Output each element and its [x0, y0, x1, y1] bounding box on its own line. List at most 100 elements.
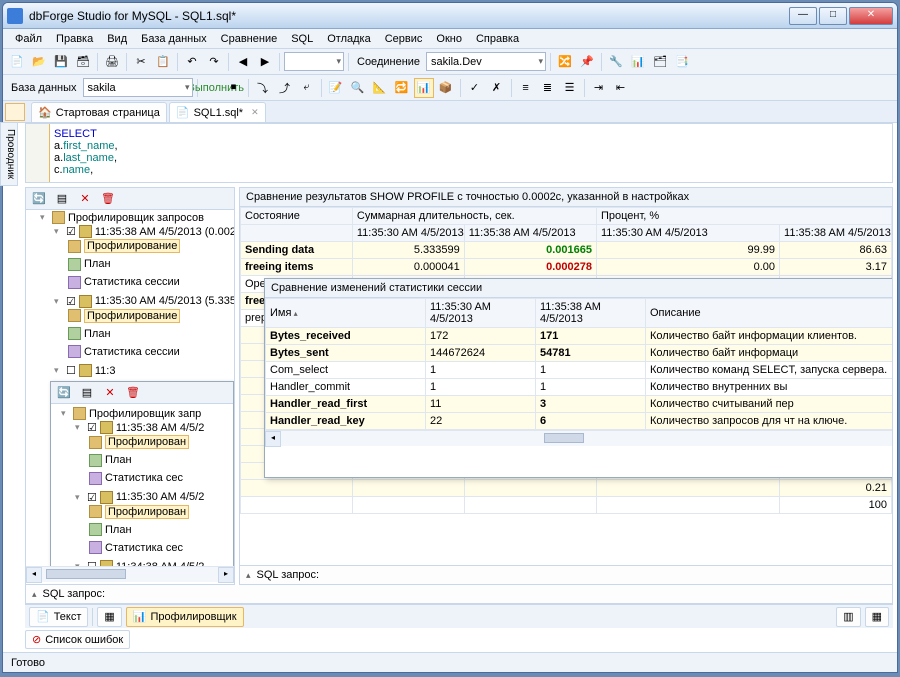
new-icon[interactable]: 📄 — [7, 52, 27, 72]
tree-leaf[interactable]: Статистика сессии — [84, 346, 180, 358]
tx2-icon[interactable]: ✗ — [487, 78, 507, 98]
tree-leaf[interactable]: Статистика сессии — [84, 276, 180, 288]
tree-leaf[interactable]: План — [84, 328, 111, 340]
t5-icon[interactable]: 📊 — [414, 78, 434, 98]
tree-leaf[interactable]: План — [105, 524, 132, 536]
col-t1[interactable]: 11:35:30 AM 4/5/2013 — [352, 225, 464, 242]
col-t3[interactable]: 11:35:30 AM 4/5/2013 — [596, 225, 779, 242]
explorer-sidebar-tab[interactable]: Проводник — [0, 122, 18, 186]
col-t2[interactable]: 11:35:38 AM 4/5/2013 — [464, 225, 596, 242]
tree-scrollbar[interactable]: ◂▸ — [26, 566, 234, 582]
session-row[interactable]: Com_select11Количество команд SELECT, за… — [266, 362, 894, 379]
home-tab-icon[interactable] — [5, 103, 25, 121]
tree-leaf[interactable]: Профилирован — [105, 505, 189, 519]
toolbar-drop1[interactable] — [284, 52, 344, 71]
menu-view[interactable]: Вид — [101, 31, 133, 46]
tool2-icon[interactable]: 📊 — [628, 52, 648, 72]
tab-errors[interactable]: ⊘Список ошибок — [25, 630, 130, 649]
col-percent[interactable]: Процент, % — [596, 208, 891, 225]
profile-row[interactable]: freeing items0.0000410.0002780.003.17 — [241, 259, 892, 276]
tool3-icon[interactable]: 🗂 — [650, 52, 670, 72]
open-icon[interactable]: 📂 — [29, 52, 49, 72]
session-row[interactable]: Handler_commit11Количество внутренних вы — [266, 379, 894, 396]
clear-icon[interactable]: 🗑 — [123, 383, 143, 403]
t3-icon[interactable]: 📐 — [370, 78, 390, 98]
tree-leaf[interactable]: Статистика сес — [105, 542, 183, 554]
col-name[interactable]: Имя — [266, 299, 426, 328]
col-desc[interactable]: Описание — [646, 299, 894, 328]
session-row[interactable]: Bytes_sent14467262454781Количество байт … — [266, 345, 894, 362]
copy-icon[interactable]: 📋 — [153, 52, 173, 72]
menu-window[interactable]: Окно — [430, 31, 468, 46]
menu-database[interactable]: База данных — [135, 31, 213, 46]
execute-button[interactable]: ▶ Выполнить — [202, 78, 222, 98]
align1-icon[interactable]: ≡ — [516, 78, 536, 98]
session-row[interactable]: Bytes_received172171Количество байт инфо… — [266, 328, 894, 345]
close-button[interactable]: ✕ — [849, 7, 893, 25]
indent-icon[interactable]: ⇥ — [589, 78, 609, 98]
session-scrollbar[interactable]: ◂▸ — [265, 430, 893, 446]
tree-leaf[interactable]: Профилирование — [84, 309, 180, 323]
undo-icon[interactable]: ↶ — [182, 52, 202, 72]
align2-icon[interactable]: ≣ — [538, 78, 558, 98]
pin-icon[interactable]: 📌 — [577, 52, 597, 72]
menu-sql[interactable]: SQL — [285, 31, 319, 46]
close-tab-icon[interactable]: ✕ — [251, 107, 259, 118]
database-dropdown[interactable]: sakila — [83, 78, 193, 97]
tool4-icon[interactable]: 📑 — [672, 52, 692, 72]
saveall-icon[interactable]: 🗃 — [73, 52, 93, 72]
tree-node[interactable]: 11:35:38 AM 4/5/2 — [116, 422, 204, 434]
col-state[interactable]: Состояние — [241, 208, 353, 225]
refresh-icon[interactable]: 🔄 — [29, 189, 49, 209]
sql-request-bar-outer[interactable]: ▴SQL запрос: — [25, 585, 893, 604]
col-s-t1[interactable]: 11:35:30 AM 4/5/2013 — [426, 299, 536, 328]
tree-leaf[interactable]: План — [105, 454, 132, 466]
tree-node[interactable]: 11:35:38 AM 4/5/2013 (0.002s) — [95, 226, 234, 238]
stepover-icon[interactable]: ⤴ — [275, 78, 295, 98]
nav-fwd-icon[interactable]: ▶ — [255, 52, 275, 72]
view-mode-icon[interactable]: ▥ — [836, 607, 860, 627]
tab-profiler[interactable]: 📊Профилировщик — [126, 607, 244, 627]
session-row[interactable]: Handler_read_key226Количество запросов д… — [266, 413, 894, 430]
menu-service[interactable]: Сервис — [379, 31, 429, 46]
profile-row[interactable]: 0.21 — [241, 480, 892, 497]
view-grid-icon[interactable]: ▦ — [865, 607, 889, 627]
tree-node[interactable]: 11:35:30 AM 4/5/2 — [116, 491, 204, 503]
tab-start-page[interactable]: 🏠Стартовая страница — [31, 102, 167, 122]
tree-leaf[interactable]: План — [84, 258, 111, 270]
expand-icon[interactable]: ▤ — [52, 189, 72, 209]
tab-sql-file[interactable]: 📄SQL1.sql*✕ — [169, 102, 266, 122]
tree-node[interactable]: 11:35:30 AM 4/5/2013 (5.335s) — [95, 295, 234, 307]
col-s-t2[interactable]: 11:35:38 AM 4/5/2013 — [536, 299, 646, 328]
t6-icon[interactable]: 📦 — [436, 78, 456, 98]
stop-icon[interactable]: ⏹ — [224, 78, 244, 98]
save-icon[interactable]: 💾 — [51, 52, 71, 72]
session-row[interactable]: Handler_read_first113Количество считыван… — [266, 396, 894, 413]
tab-grid-icon[interactable]: ▦ — [97, 607, 121, 627]
t2-icon[interactable]: 🔍 — [348, 78, 368, 98]
col-duration[interactable]: Суммарная длительность, сек. — [352, 208, 596, 225]
menu-edit[interactable]: Правка — [50, 31, 99, 46]
delete-icon[interactable]: ✕ — [100, 383, 120, 403]
refresh-icon[interactable]: 🔄 — [54, 383, 74, 403]
tree-leaf[interactable]: Профилирован — [105, 435, 189, 449]
col-t4[interactable]: 11:35:38 AM 4/5/2013 — [780, 225, 892, 242]
sql-editor[interactable]: SELECT a.first_name, a.last_name, c.name… — [25, 123, 893, 183]
tree-leaf[interactable]: Профилирование — [84, 239, 180, 253]
t4-icon[interactable]: 🔁 — [392, 78, 412, 98]
step-icon[interactable]: ⤵ — [253, 78, 273, 98]
cut-icon[interactable]: ✂ — [131, 52, 151, 72]
t1-icon[interactable]: 📝 — [326, 78, 346, 98]
delete-icon[interactable]: ✕ — [75, 189, 95, 209]
clear-icon[interactable]: 🗑 — [98, 189, 118, 209]
tree-leaf[interactable]: Статистика сес — [105, 472, 183, 484]
redo-icon[interactable]: ↷ — [204, 52, 224, 72]
tree-root[interactable]: Профилировщик запр — [89, 408, 201, 420]
expand-icon[interactable]: ▤ — [77, 383, 97, 403]
stepout-icon[interactable]: ⤶ — [297, 78, 317, 98]
db-compare-icon[interactable]: 🔀 — [555, 52, 575, 72]
profile-row[interactable]: Sending data5.3335990.00166599.9986.63 — [241, 242, 892, 259]
maximize-button[interactable]: □ — [819, 7, 847, 25]
outdent-icon[interactable]: ⇤ — [611, 78, 631, 98]
menu-file[interactable]: Файл — [9, 31, 48, 46]
